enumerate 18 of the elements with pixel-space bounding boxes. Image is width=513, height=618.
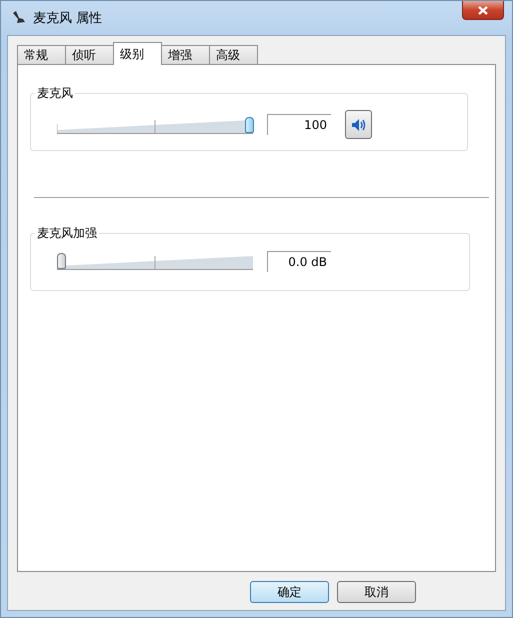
speaker-icon — [352, 118, 366, 130]
slider-thumb[interactable] — [245, 116, 254, 132]
volume-slider[interactable] — [57, 250, 253, 272]
close-icon — [478, 6, 488, 14]
tab[interactable]: 增强 — [161, 45, 210, 64]
close-button[interactable] — [462, 1, 504, 20]
slider-thumb[interactable] — [57, 253, 66, 269]
value-field[interactable]: 0.0 dB — [267, 250, 331, 272]
tab[interactable]: 侦听 — [65, 45, 114, 64]
mute-button[interactable] — [345, 110, 372, 139]
dialog-button[interactable]: 确定 — [250, 581, 329, 603]
dialog-button[interactable]: 取消 — [337, 581, 416, 603]
tab[interactable]: 高级 — [209, 45, 258, 64]
tab[interactable]: 级别 — [113, 42, 162, 65]
tab[interactable]: 常规 — [17, 45, 66, 64]
microphone-icon — [11, 10, 27, 26]
value-field[interactable]: 100 — [267, 114, 331, 135]
window-title: 麦克风 属性 — [33, 10, 102, 27]
